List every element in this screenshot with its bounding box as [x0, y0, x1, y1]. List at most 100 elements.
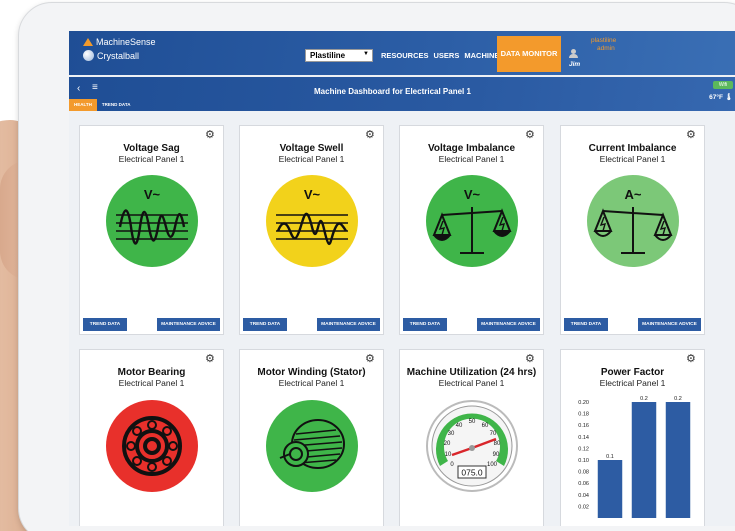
scale-icon: V~ [426, 175, 518, 267]
card-voltage-imbalance: ⚙ Voltage Imbalance Electrical Panel 1 V… [399, 125, 544, 335]
bar[interactable] [665, 402, 691, 518]
hamburger-menu-icon[interactable]: ≡ [92, 82, 98, 93]
y-tick-label: 0.10 [578, 458, 589, 464]
wave-symbol: V~ [144, 187, 161, 202]
gauge-value: 075.0 [461, 468, 483, 478]
y-tick-label: 0.18 [578, 412, 589, 418]
card-actions: TREND DATA MAINTENANCE ADVICE [243, 318, 380, 331]
gauge-tick-90: 90 [493, 452, 500, 458]
maintenance-advice-button[interactable]: MAINTENANCE ADVICE [317, 318, 380, 331]
gear-icon[interactable]: ⚙ [686, 130, 697, 141]
gauge-tick-100: 100 [487, 462, 498, 468]
trend-data-button[interactable]: TREND DATA [564, 318, 608, 331]
card-title: Machine Utilization (24 hrs) [406, 367, 537, 378]
card-subtitle: Electrical Panel 1 [278, 154, 345, 164]
card-voltage-sag: ⚙ Voltage Sag Electrical Panel 1 V~ TREN… [79, 125, 224, 335]
card-power-factor: ⚙ Power Factor Electrical Panel 1 0.02 0.… [560, 349, 705, 526]
nav-users[interactable]: USERS [434, 51, 460, 60]
gear-icon[interactable]: ⚙ [365, 130, 376, 141]
y-tick-label: 0.08 [578, 470, 589, 476]
card-title: Voltage Imbalance [427, 143, 516, 154]
site-select[interactable]: Plastiline ▼ [305, 49, 373, 62]
bar-value-label: 0.2 [674, 396, 682, 402]
gauge-tick-50: 50 [469, 419, 476, 425]
site-select-value: Plastiline [310, 51, 346, 60]
card-motor-winding: ⚙ Motor Winding (Stator) Electrical Pane… [239, 349, 384, 526]
user-icon [569, 49, 578, 58]
trend-data-button[interactable]: TREND DATA [243, 318, 287, 331]
gear-icon[interactable]: ⚙ [205, 354, 216, 365]
card-machine-utilization: ⚙ Machine Utilization (24 hrs) Electrica… [399, 349, 544, 526]
card-title: Voltage Sag [123, 143, 180, 154]
stator-icon [266, 400, 358, 492]
y-tick-label: 0.06 [578, 481, 589, 487]
maintenance-advice-button[interactable]: MAINTENANCE ADVICE [477, 318, 540, 331]
gauge-tick-70: 70 [490, 431, 497, 437]
tab-health[interactable]: HEALTH [69, 99, 97, 111]
card-motor-bearing: ⚙ Motor Bearing Electrical Panel 1 [79, 349, 224, 526]
bar[interactable] [631, 402, 657, 518]
wifi-status-badge: Wifi [713, 81, 733, 89]
card-title: Motor Winding (Stator) [257, 367, 366, 378]
maintenance-advice-button[interactable]: MAINTENANCE ADVICE [638, 318, 701, 331]
gear-icon[interactable]: ⚙ [205, 130, 216, 141]
scale-symbol: V~ [464, 187, 481, 202]
card-subtitle: Electrical Panel 1 [599, 154, 666, 164]
chevron-down-icon: ▼ [363, 51, 369, 57]
card-current-imbalance: ⚙ Current Imbalance Electrical Panel 1 A… [560, 125, 705, 335]
voltage-wave-icon: V~ [106, 175, 198, 267]
gauge-tick-30: 30 [448, 431, 455, 437]
wave-symbol: V~ [304, 187, 321, 202]
app-screen: MachineSense Crystalball Plastiline ▼ RE… [69, 31, 735, 526]
card-subtitle: Electrical Panel 1 [118, 378, 185, 388]
gear-icon[interactable]: ⚙ [525, 130, 536, 141]
temperature-readout: 67°F 🌡 [709, 93, 733, 101]
card-subtitle: Electrical Panel 1 [599, 378, 666, 388]
tablet-frame: MachineSense Crystalball Plastiline ▼ RE… [18, 2, 735, 531]
card-title: Voltage Swell [279, 143, 344, 154]
tab-trend-data[interactable]: TREND DATA [97, 99, 136, 111]
company-name: MachineSense [96, 37, 156, 47]
back-arrow-icon[interactable]: ‹ [77, 83, 80, 94]
gauge-tick-20: 20 [444, 441, 451, 447]
gauge-icon: 0 10 20 30 40 50 60 70 80 90 100 075.0 [426, 400, 518, 492]
power-factor-chart: 0.02 0.04 0.06 0.08 0.10 0.12 0.14 0.16 0.18 0.2 0… [578, 396, 691, 518]
gear-icon[interactable]: ⚙ [686, 354, 697, 365]
maintenance-advice-button[interactable]: MAINTENANCE ADVICE [157, 318, 220, 331]
bar[interactable] [597, 460, 623, 518]
card-actions: TREND DATA MAINTENANCE ADVICE [564, 318, 701, 331]
crystalball-icon [83, 50, 94, 61]
y-tick-label: 0.14 [578, 435, 589, 441]
user-org: plastiline [591, 37, 617, 44]
card-title: Current Imbalance [588, 143, 677, 154]
card-subtitle: Electrical Panel 1 [438, 154, 505, 164]
y-tick-label: 0.16 [578, 423, 589, 429]
bearing-icon [106, 400, 198, 492]
bar-value-label: 0.1 [606, 454, 614, 460]
card-subtitle: Electrical Panel 1 [278, 378, 345, 388]
gauge-tick-40: 40 [456, 423, 463, 429]
card-voltage-swell: ⚙ Voltage Swell Electrical Panel 1 V~ TR… [239, 125, 384, 335]
temperature-value: 67°F [709, 94, 723, 101]
nav-data-monitor[interactable]: DATA MONITOR [497, 36, 561, 72]
y-tick-label: 0.12 [578, 446, 589, 452]
trend-data-button[interactable]: TREND DATA [83, 318, 127, 331]
card-actions: TREND DATA MAINTENANCE ADVICE [403, 318, 540, 331]
user-menu[interactable]: plastiline admin Jim [569, 37, 617, 68]
gear-icon[interactable]: ⚙ [365, 354, 376, 365]
y-tick-label: 0.04 [578, 493, 589, 499]
gauge-tick-60: 60 [482, 423, 489, 429]
scale-symbol: A~ [625, 187, 642, 202]
card-subtitle: Electrical Panel 1 [438, 378, 505, 388]
card-subtitle: Electrical Panel 1 [118, 154, 185, 164]
dashboard-header: ‹ ≡ Machine Dashboard for Electrical Pan… [69, 77, 735, 111]
gauge-tick-80: 80 [494, 441, 501, 447]
scale-icon: A~ [587, 175, 679, 267]
bar-value-label: 0.2 [640, 396, 648, 402]
y-tick-label: 0.02 [578, 504, 589, 510]
gear-icon[interactable]: ⚙ [525, 354, 536, 365]
brand-logo[interactable]: MachineSense Crystalball [83, 37, 156, 61]
nav-resources[interactable]: RESOURCES [381, 51, 429, 60]
machinesense-logo-icon [83, 38, 93, 46]
trend-data-button[interactable]: TREND DATA [403, 318, 447, 331]
